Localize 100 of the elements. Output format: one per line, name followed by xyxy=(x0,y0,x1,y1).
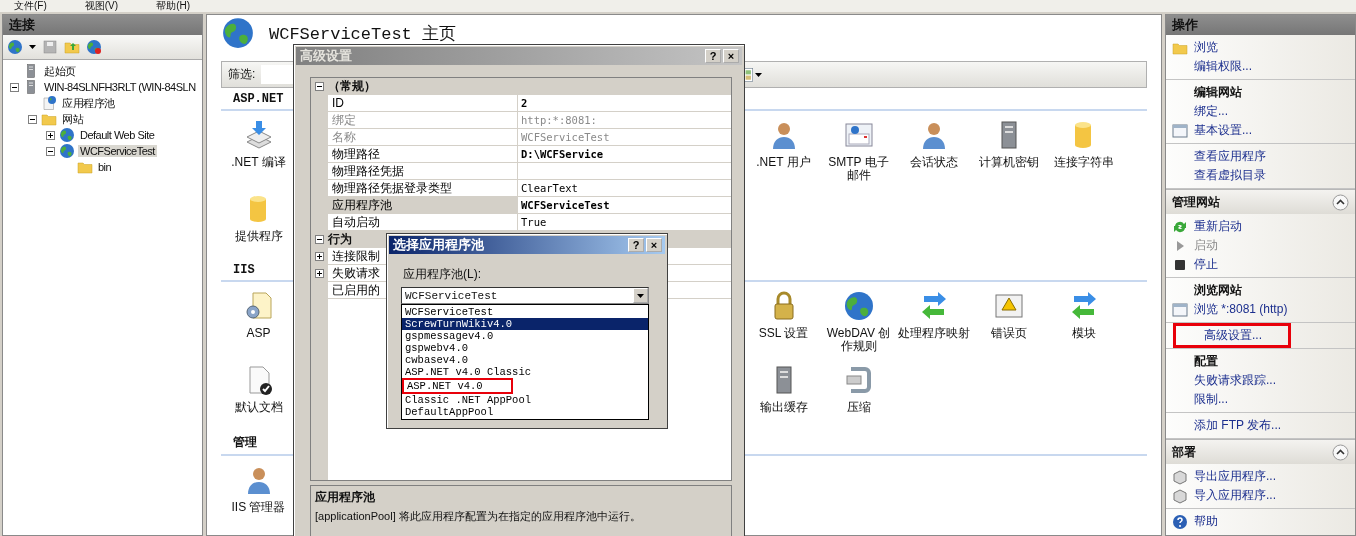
action-link[interactable]: 停止 xyxy=(1166,255,1355,274)
property-value[interactable]: WCFServiceTest xyxy=(518,197,731,214)
tree-item[interactable]: Default Web Site xyxy=(78,129,157,141)
category-label: 行为 xyxy=(328,231,352,248)
action-link[interactable]: 浏览 *:8081 (http) xyxy=(1166,300,1355,319)
feature-tile[interactable]: 错误页 xyxy=(972,290,1045,340)
dropdown-option[interactable]: ScrewTurnWikiv4.0 xyxy=(402,318,648,330)
dropdown-option[interactable]: Classic .NET AppPool xyxy=(402,394,648,406)
action-link[interactable]: 基本设置... xyxy=(1166,121,1355,140)
feature-tile[interactable]: 默认文档 xyxy=(222,364,295,414)
section-title: 部署 xyxy=(1172,443,1196,461)
action-link[interactable]: 失败请求跟踪... xyxy=(1166,371,1355,390)
group-title: 编辑网站 xyxy=(1193,84,1243,101)
section-title: 管理网站 xyxy=(1172,193,1220,211)
feature-tile[interactable]: WebDAV 创作规则 xyxy=(822,290,895,353)
globe-icon xyxy=(842,290,875,322)
feature-tile[interactable]: SSL 设置 xyxy=(747,290,820,340)
title-button[interactable]: ? xyxy=(628,238,644,252)
title-button[interactable]: × xyxy=(646,238,662,252)
globe-remove-icon[interactable] xyxy=(86,39,102,55)
feature-tile[interactable]: ASP xyxy=(222,290,295,340)
dropdown-option[interactable]: WCFServiceTest xyxy=(402,306,648,318)
dropdown-option[interactable]: cwbasev4.0 xyxy=(402,354,648,366)
tree-item[interactable]: 起始页 xyxy=(42,63,78,79)
app-pool-combobox[interactable]: WCFServiceTest xyxy=(401,287,649,304)
expand-toggle[interactable] xyxy=(315,252,324,261)
panel-title: 操作 xyxy=(1166,15,1355,35)
collapse-toggle[interactable] xyxy=(315,82,324,91)
collapse-toggle[interactable] xyxy=(10,82,19,92)
globe-icon[interactable] xyxy=(7,39,23,55)
action-link[interactable]: 高级设置... xyxy=(1176,326,1288,345)
feature-tile[interactable]: 模块 xyxy=(1047,290,1120,340)
property-name[interactable]: 物理路径 xyxy=(328,146,518,163)
action-link[interactable]: 查看虚拟目录 xyxy=(1166,166,1355,185)
feature-tile[interactable]: 计算机密钥 xyxy=(972,119,1045,169)
property-name[interactable]: 应用程序池 xyxy=(328,197,518,214)
action-link[interactable]: 添加 FTP 发布... xyxy=(1166,416,1355,435)
action-link[interactable]: 限制... xyxy=(1166,390,1355,409)
help-icon xyxy=(1172,513,1188,530)
chevron-button[interactable] xyxy=(1332,193,1349,211)
property-name[interactable]: 物理路径凭据 xyxy=(328,163,518,180)
action-link[interactable]: 绑定... xyxy=(1166,102,1355,121)
action-link[interactable]: 导出应用程序... xyxy=(1166,467,1355,486)
property-value[interactable]: D:\WCFService xyxy=(518,146,731,163)
feature-tile[interactable]: 提供程序 xyxy=(222,193,295,243)
caret-icon xyxy=(755,72,763,77)
title-button[interactable]: × xyxy=(723,49,739,63)
collapse-toggle[interactable] xyxy=(28,114,37,124)
title-button[interactable]: ? xyxy=(705,49,721,63)
expand-toggle[interactable] xyxy=(315,269,324,278)
property-name[interactable]: ID xyxy=(328,95,518,112)
feature-tile[interactable]: .NET 编译 xyxy=(222,119,295,169)
page-title: WCFServiceTest 主页 xyxy=(269,23,457,45)
feature-tile[interactable]: 会话状态 xyxy=(897,119,970,169)
action-link[interactable]: 查看应用程序 xyxy=(1166,147,1355,166)
folder-icon xyxy=(41,111,57,127)
menu-item[interactable]: 帮助(H) xyxy=(156,0,190,12)
action-link[interactable]: 帮助 xyxy=(1166,512,1355,531)
tree-item[interactable]: 应用程序池 xyxy=(60,95,117,111)
action-link[interactable]: 导入应用程序... xyxy=(1166,486,1355,505)
action-link[interactable]: 重新启动 xyxy=(1166,217,1355,236)
dropdown-option[interactable]: ASP.NET v4.0 xyxy=(402,378,513,394)
action-link[interactable]: 编辑权限... xyxy=(1166,57,1355,76)
feature-tile[interactable]: 压缩 xyxy=(822,364,895,414)
dropdown-option[interactable]: gspmessagev4.0 xyxy=(402,330,648,342)
tree-item[interactable]: WIN-84SLNFH3RLT (WIN-84SLN xyxy=(42,81,198,93)
collapse-toggle[interactable] xyxy=(315,235,324,244)
dropdown-option[interactable]: ASP.NET v4.0 Classic xyxy=(402,366,648,378)
feature-tile[interactable]: 输出缓存 xyxy=(747,364,820,414)
package-icon xyxy=(1172,468,1188,485)
property-name[interactable]: 物理路径凭据登录类型 xyxy=(328,180,518,197)
feature-tile[interactable]: .NET 用户 xyxy=(747,119,820,169)
property-name[interactable]: 自动启动 xyxy=(328,214,518,231)
feature-tile[interactable]: 连接字符串 xyxy=(1047,119,1120,169)
description-text: [applicationPool] 将此应用程序配置为在指定的应用程序池中运行。 xyxy=(315,509,642,525)
menu-item[interactable]: 文件(F) xyxy=(14,0,47,12)
tree-item[interactable]: WCFServiceTest xyxy=(78,145,157,157)
dialog-title: 高级设置 xyxy=(300,47,352,65)
feature-tile[interactable]: IIS 管理器 xyxy=(222,464,295,514)
collapse-toggle[interactable] xyxy=(46,146,55,156)
dialog-title: 选择应用程序池 xyxy=(393,236,484,254)
menu-item[interactable]: 视图(V) xyxy=(84,0,119,12)
folder-icon xyxy=(77,159,93,175)
field-label: 应用程序池(L): xyxy=(403,266,482,283)
chevron-button[interactable] xyxy=(1332,443,1349,461)
globe-document-icon xyxy=(41,95,57,111)
caret-icon xyxy=(637,293,644,298)
window-icon xyxy=(1172,122,1188,139)
expand-toggle[interactable] xyxy=(46,130,55,140)
action-link[interactable]: 浏览 xyxy=(1166,38,1355,57)
dropdown-option[interactable]: DefaultAppPool xyxy=(402,406,648,418)
panel-title: 连接 xyxy=(3,15,202,35)
feature-tile[interactable]: SMTP 电子邮件 xyxy=(822,119,895,182)
folder-icon[interactable] xyxy=(64,39,80,55)
description-title: 应用程序池 xyxy=(315,489,376,507)
globe-icon xyxy=(59,143,75,159)
tree-item[interactable]: bin xyxy=(96,161,114,173)
tree-item[interactable]: 网站 xyxy=(60,111,85,127)
dropdown-option[interactable]: gspwebv4.0 xyxy=(402,342,648,354)
feature-tile[interactable]: 处理程序映射 xyxy=(897,290,970,340)
